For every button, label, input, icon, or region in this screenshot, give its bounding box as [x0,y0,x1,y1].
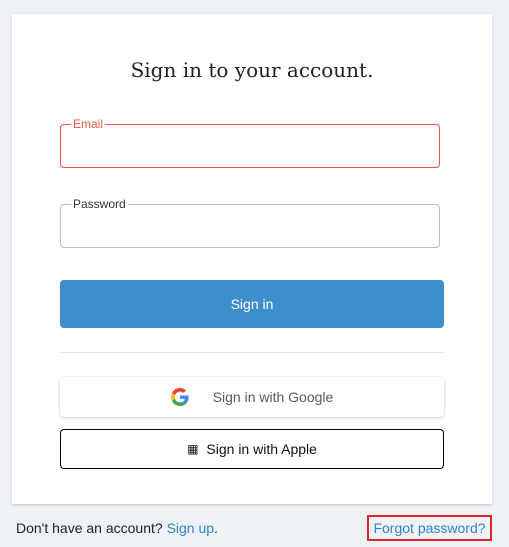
password-input[interactable] [61,205,439,247]
google-sign-in-button[interactable]: Sign in with Google [60,377,444,417]
sign-up-link[interactable]: Sign up [167,520,214,536]
apple-sign-in-button[interactable]: ▦ Sign in with Apple [60,429,444,469]
email-field[interactable]: Email [60,116,440,168]
page-title: Sign in to your account. [130,58,374,82]
signup-suffix: . [214,520,218,536]
apple-sign-in-label: Sign in with Apple [206,441,317,457]
google-g-icon [170,388,189,406]
divider [60,352,444,353]
signup-prompt: Don't have an account? Sign up. [16,520,218,536]
apple-icon: ▦ [187,442,199,456]
google-sign-in-label: Sign in with Google [212,389,334,405]
password-field[interactable]: Password [60,196,440,248]
signup-prompt-text: Don't have an account? [16,520,163,536]
sign-in-button[interactable]: Sign in [60,280,444,328]
email-input[interactable] [61,125,439,167]
forgot-password-highlight: Forgot password? [367,515,492,541]
forgot-password-link[interactable]: Forgot password? [373,520,485,536]
sign-in-card: Sign in to your account. Email Password … [12,14,492,504]
